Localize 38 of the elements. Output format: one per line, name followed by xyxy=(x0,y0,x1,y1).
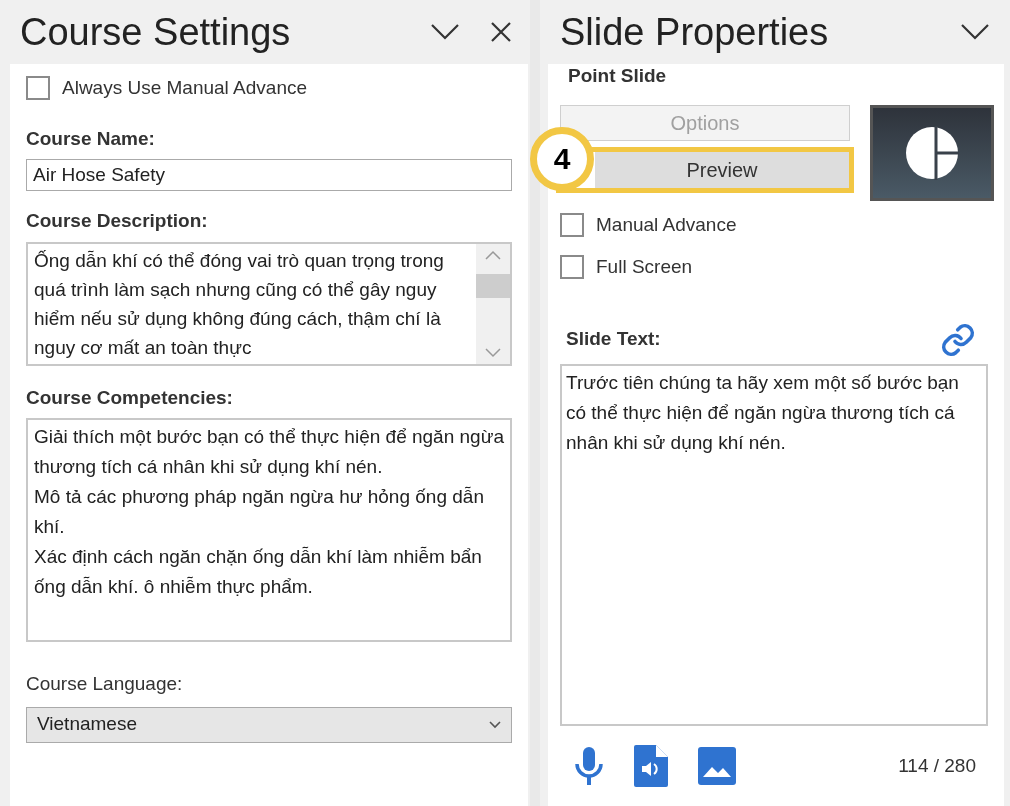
scroll-thumb[interactable] xyxy=(476,273,510,298)
audio-file-icon[interactable] xyxy=(634,744,668,787)
panel-title: Course Settings xyxy=(20,9,292,55)
checkbox[interactable] xyxy=(560,212,584,237)
text-area[interactable]: Trước tiên chúng ta hãy xem một số bước bạn có thể thực hiện để ngăn ngừa thương tích cá nhân khi sử dụng khí nén. xyxy=(560,363,988,726)
field-label: Course Language: xyxy=(26,672,184,696)
input-field[interactable]: Air Hose Safety xyxy=(26,159,512,191)
scroll-down-icon[interactable] xyxy=(485,347,501,358)
character-count: 114 / 280 xyxy=(898,753,976,778)
caret-icon xyxy=(489,720,501,729)
language-dropdown[interactable]: Vietnamese xyxy=(26,706,512,743)
link-icon[interactable] xyxy=(940,321,976,358)
checkbox-label: Full Screen xyxy=(596,255,693,279)
checkbox[interactable] xyxy=(560,255,584,280)
field-label: Course Competencies: xyxy=(26,385,234,410)
field-label: Slide Text: xyxy=(566,327,661,352)
checkbox[interactable] xyxy=(26,76,50,101)
scroll-up-icon[interactable] xyxy=(485,249,501,260)
chevron-down-icon[interactable] xyxy=(430,23,460,41)
field-label: Course Name: xyxy=(26,126,156,151)
checkbox-label: Always Use Manual Advance xyxy=(62,76,307,100)
competency-text: Mô tả các phương pháp ngăn ngừa hư hỏng ống dẫn khí. xyxy=(34,485,485,539)
step-badge: 4 xyxy=(530,126,594,191)
slide-type-label: Point Slide xyxy=(568,64,668,88)
scrollbar[interactable] xyxy=(476,243,510,364)
field-label: Course Description: xyxy=(26,209,209,233)
text-area[interactable]: Ống dẫn khí có thể đóng vai trò quan trọng trong quá trình làm sạch nhưng cũng có thể gây nguy hiểm nếu sử dụng không đúng cách, thậm chí là nguy cơ mất an toàn thực xyxy=(26,241,512,366)
panel-title: Slide Properties xyxy=(560,9,830,55)
competency-text: Giải thích một bước bạn có thể thực hiện để ngăn ngừa thương tích cá nhân khi sử dụng khí nén. xyxy=(34,425,504,479)
competency-text: Xác định cách ngăn chặn ống dẫn khí làm nhiễm bẩn ống dẫn khí. ô nhiễm thực phẩm. xyxy=(34,545,483,599)
pie-chart-icon xyxy=(905,125,959,180)
text-area[interactable] xyxy=(26,418,512,642)
microphone-icon[interactable] xyxy=(574,745,604,786)
panel-button[interactable]: Preview xyxy=(595,151,849,188)
image-icon[interactable] xyxy=(698,746,736,785)
close-icon[interactable] xyxy=(490,21,512,43)
chevron-down-icon[interactable] xyxy=(960,23,990,41)
checkbox-label: Manual Advance xyxy=(596,212,737,237)
